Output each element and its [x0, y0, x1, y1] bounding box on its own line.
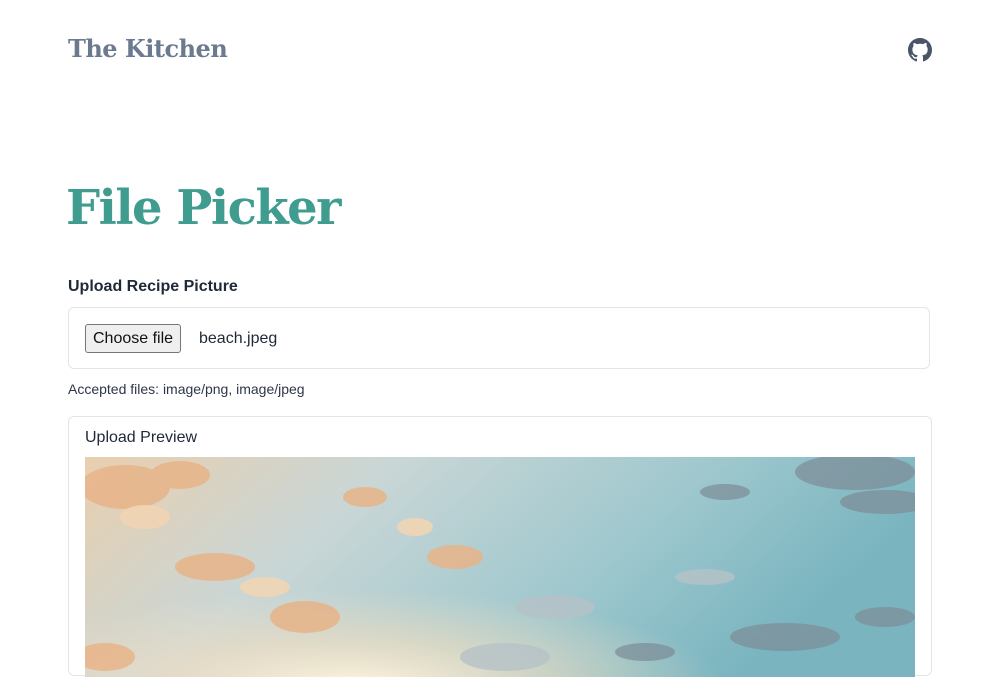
- upload-preview-panel: Upload Preview: [68, 416, 932, 677]
- site-header: The Kitchen: [68, 28, 932, 72]
- upload-label: Upload Recipe Picture: [68, 278, 238, 295]
- accepted-files-help: Accepted files: image/png, image/jpeg: [68, 381, 305, 397]
- github-icon[interactable]: [908, 38, 932, 62]
- selected-file-name: beach.jpeg: [199, 330, 278, 347]
- file-input-container[interactable]: Choose file beach.jpeg: [68, 307, 930, 369]
- page-title: File Picker: [66, 180, 341, 236]
- preview-image: [85, 457, 915, 677]
- preview-label: Upload Preview: [85, 429, 198, 446]
- choose-file-button[interactable]: Choose file: [85, 324, 182, 353]
- site-brand[interactable]: The Kitchen: [68, 34, 228, 63]
